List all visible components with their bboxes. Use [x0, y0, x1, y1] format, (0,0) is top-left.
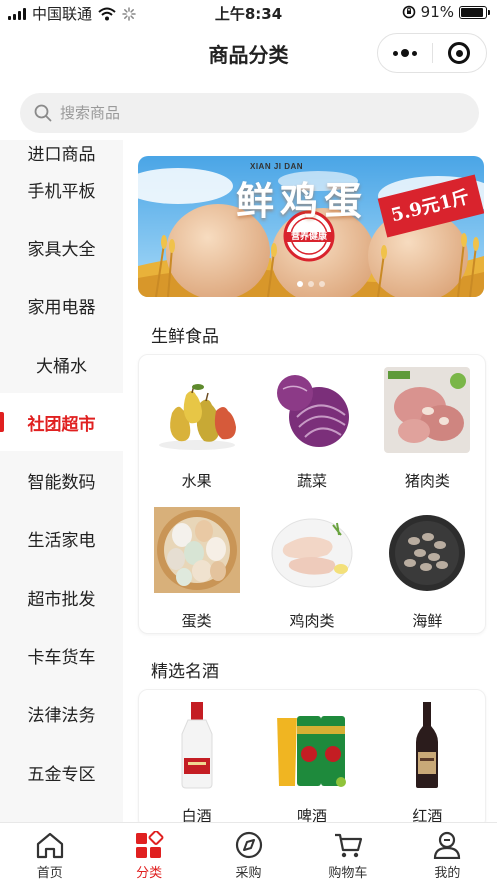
sidebar-item-community-market[interactable]: 社团超市	[0, 393, 123, 452]
sidebar-item-furniture[interactable]: 家具大全	[0, 218, 123, 276]
sidebar-item-label: 家具大全	[27, 239, 96, 260]
category-item-label: 红酒	[412, 807, 443, 822]
cart-icon	[334, 833, 363, 858]
sidebar-item-label: 大桶水	[36, 356, 87, 377]
home-icon	[36, 832, 63, 859]
more-dots-icon	[392, 49, 417, 57]
search-input[interactable]	[60, 104, 440, 122]
category-item-label: 白酒	[181, 807, 212, 822]
tab-home[interactable]: 首页	[0, 823, 99, 883]
sidebar-item-label: 超市批发	[27, 589, 96, 610]
category-sidebar: 进口商品 手机平板 家具大全 家用电器 大桶水 社团超市 智能数码 生活家电 超…	[0, 140, 123, 822]
sidebar-item-digital[interactable]: 智能数码	[0, 451, 123, 509]
eggs-image	[152, 505, 242, 595]
sidebar-item-label: 生活家电	[27, 531, 96, 552]
section-title-liquor: 精选名酒	[151, 662, 219, 682]
pager-dot	[308, 281, 314, 287]
sidebar-item-label: 家用电器	[27, 298, 96, 319]
tab-label: 分类	[136, 866, 163, 881]
status-right: 91%	[402, 3, 490, 21]
sidebar-item-phones[interactable]: 手机平板	[0, 160, 123, 218]
sidebar-item-label: 法律法务	[27, 706, 96, 727]
category-item-label: 海鲜	[412, 612, 443, 630]
tab-category[interactable]: 分类	[99, 823, 198, 883]
sidebar-item-home-electrics[interactable]: 生活家电	[0, 510, 123, 568]
sidebar-item-label: 智能数码	[27, 473, 96, 494]
category-item-eggs[interactable]: 蛋类	[139, 495, 254, 635]
search-bar[interactable]	[20, 93, 479, 133]
nav-bar: 商品分类	[0, 24, 497, 80]
sidebar-item-trucks[interactable]: 卡车货车	[0, 626, 123, 684]
sidebar-item-label: 社团超市	[27, 414, 96, 435]
sidebar-item-legal[interactable]: 法律法务	[0, 685, 123, 743]
tab-purchase[interactable]: 采购	[199, 823, 298, 883]
tab-label: 我的	[434, 866, 461, 881]
clams-image	[382, 505, 472, 595]
pager-dot-active	[297, 281, 303, 287]
sidebar-item-label: 五金专区	[27, 764, 96, 785]
category-item-label: 水果	[181, 472, 212, 490]
category-item-baijiu[interactable]: 白酒	[139, 690, 254, 822]
banner-pager	[138, 281, 484, 287]
category-item-pork[interactable]: 猪肉类	[370, 355, 485, 495]
pork-image	[382, 365, 472, 455]
category-item-seafood[interactable]: 海鲜	[370, 495, 485, 635]
search-icon	[34, 104, 52, 122]
category-icon	[136, 831, 164, 858]
section-title-fresh-food: 生鲜食品	[151, 327, 219, 347]
mini-program-capsule	[377, 33, 487, 73]
sidebar-item-imported[interactable]: 进口商品	[0, 140, 123, 165]
sidebar-item-label: 卡车货车	[27, 648, 96, 669]
category-item-fruit[interactable]: 水果	[139, 355, 254, 495]
promo-banner[interactable]: XIAN JI DAN 鲜鸡蛋 5.9元1斤 营养健康	[138, 156, 484, 297]
cabbage-image	[267, 365, 357, 455]
close-target-icon	[448, 42, 471, 64]
tab-label: 购物车	[328, 866, 368, 881]
category-item-label: 啤酒	[296, 807, 327, 822]
banner-headline: 鲜鸡蛋	[236, 178, 369, 223]
sidebar-item-water[interactable]: 大桶水	[0, 335, 123, 393]
more-button[interactable]	[378, 34, 432, 72]
pears-image	[152, 365, 242, 455]
tab-label: 采购	[235, 866, 262, 881]
category-item-label: 猪肉类	[404, 472, 450, 490]
close-program-button[interactable]	[433, 34, 487, 72]
sidebar-item-hardware[interactable]: 五金专区	[0, 743, 123, 801]
liquor-card: 白酒 啤酒 红酒	[138, 689, 486, 822]
baijiu-bottle-image	[152, 700, 242, 790]
category-item-label: 鸡肉类	[289, 612, 335, 630]
beer-cans-image	[267, 700, 357, 790]
orientation-lock-icon	[402, 5, 415, 19]
sidebar-item-wholesale[interactable]: 超市批发	[0, 568, 123, 626]
red-wine-bottle-image	[382, 700, 472, 790]
banner-stamp: 营养健康	[290, 232, 327, 242]
bottom-tab-bar: 首页 分类 采购 购物车 我的	[0, 822, 497, 883]
category-item-label: 蛋类	[181, 612, 212, 630]
user-icon	[434, 831, 461, 859]
pager-dot	[319, 281, 325, 287]
fresh-food-card: 水果 蔬菜 猪肉类 蛋类 鸡肉类 海鲜	[138, 354, 486, 634]
sidebar-item-appliances[interactable]: 家用电器	[0, 277, 123, 335]
compass-icon	[235, 831, 262, 859]
category-content: XIAN JI DAN 鲜鸡蛋 5.9元1斤 营养健康 生鲜食品 水果 蔬菜 猪…	[123, 140, 497, 822]
tab-cart[interactable]: 购物车	[298, 823, 397, 883]
battery-percent: 91%	[420, 3, 454, 21]
category-item-beer[interactable]: 啤酒	[254, 690, 369, 822]
tab-label: 首页	[36, 866, 63, 881]
chicken-wings-image	[267, 505, 357, 595]
sidebar-item-label: 手机平板	[27, 181, 96, 202]
category-item-vegetables[interactable]: 蔬菜	[254, 355, 369, 495]
tab-profile[interactable]: 我的	[398, 823, 497, 883]
battery-icon	[459, 5, 490, 19]
category-item-label: 蔬菜	[296, 472, 327, 490]
category-item-red-wine[interactable]: 红酒	[370, 690, 485, 822]
status-bar: 中国联通 上午8:34 91%	[0, 0, 497, 24]
category-item-chicken[interactable]: 鸡肉类	[254, 495, 369, 635]
